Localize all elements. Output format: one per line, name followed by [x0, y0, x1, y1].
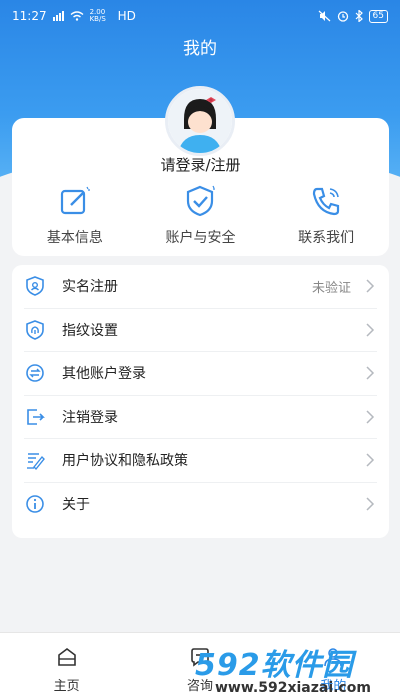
switch-account-icon: [26, 364, 44, 383]
alarm-icon: [337, 11, 348, 22]
menu-item-real-name[interactable]: 实名注册 未验证: [24, 265, 377, 309]
home-icon: [57, 648, 76, 666]
settings-menu: 实名注册 未验证 指纹设置 其他账户登录 注销登录 用户协议和隐私政策 关于: [12, 265, 389, 538]
phone-icon: [313, 187, 340, 216]
quick-link-contact-us[interactable]: 联系我们: [271, 183, 381, 253]
login-register-link[interactable]: 请登录/注册: [12, 154, 389, 175]
quick-link-label: 联系我们: [298, 230, 355, 246]
quick-link-label: 账户与安全: [165, 230, 236, 246]
chevron-right-icon: [366, 323, 375, 337]
fingerprint-shield-icon: [26, 319, 44, 340]
tab-label: 主页: [53, 679, 80, 694]
menu-item-label: 关于: [62, 497, 90, 514]
watermark: 592软件园 www.592xiazai.com: [195, 640, 400, 700]
logout-icon: [27, 408, 45, 425]
info-icon: [26, 495, 44, 514]
id-shield-icon: [26, 276, 44, 297]
signal-icon: [52, 11, 64, 21]
network-type: HD: [117, 9, 136, 23]
menu-item-label: 注销登录: [62, 409, 118, 426]
girl-avatar-icon: [168, 89, 232, 153]
chevron-right-icon: [366, 279, 375, 293]
menu-item-label: 指纹设置: [62, 322, 118, 339]
menu-item-other-account[interactable]: 其他账户登录: [24, 352, 377, 396]
page-title: 我的: [183, 39, 217, 59]
menu-item-label: 实名注册: [62, 279, 118, 296]
menu-item-fingerprint[interactable]: 指纹设置: [24, 309, 377, 352]
chevron-right-icon: [366, 366, 375, 380]
status-bar: 11:27 2.00 KB/S HD 65: [0, 0, 400, 32]
bluetooth-icon: [355, 10, 363, 22]
quick-link-account-security[interactable]: 账户与安全: [145, 183, 255, 253]
agreement-icon: [27, 453, 45, 471]
menu-item-about[interactable]: 关于: [24, 483, 377, 527]
shield-check-icon: [187, 185, 216, 217]
verification-status: 未验证: [311, 280, 351, 296]
quick-links: 基本信息 账户与安全 联系我们: [12, 183, 389, 253]
avatar[interactable]: [165, 86, 235, 156]
chevron-right-icon: [366, 453, 375, 467]
tab-home[interactable]: 主页: [0, 633, 133, 700]
menu-item-label: 其他账户登录: [62, 366, 146, 383]
wifi-icon: [70, 11, 84, 21]
chevron-right-icon: [366, 410, 375, 424]
quick-link-basic-info[interactable]: 基本信息: [20, 183, 130, 253]
network-speed: 2.00 KB/S: [89, 8, 106, 23]
quick-link-label: 基本信息: [46, 230, 103, 246]
watermark-url: www.592xiazai.com: [215, 680, 371, 696]
mute-icon: [318, 10, 330, 22]
chevron-right-icon: [366, 497, 375, 511]
menu-item-label: 用户协议和隐私政策: [62, 453, 188, 470]
battery-icon: 65: [368, 9, 388, 23]
edit-icon: [60, 186, 90, 215]
status-time: 11:27: [12, 9, 47, 23]
menu-item-logout[interactable]: 注销登录: [24, 396, 377, 439]
menu-item-user-agreement[interactable]: 用户协议和隐私政策: [24, 439, 377, 483]
watermark-brand: 592软件园: [195, 648, 354, 683]
